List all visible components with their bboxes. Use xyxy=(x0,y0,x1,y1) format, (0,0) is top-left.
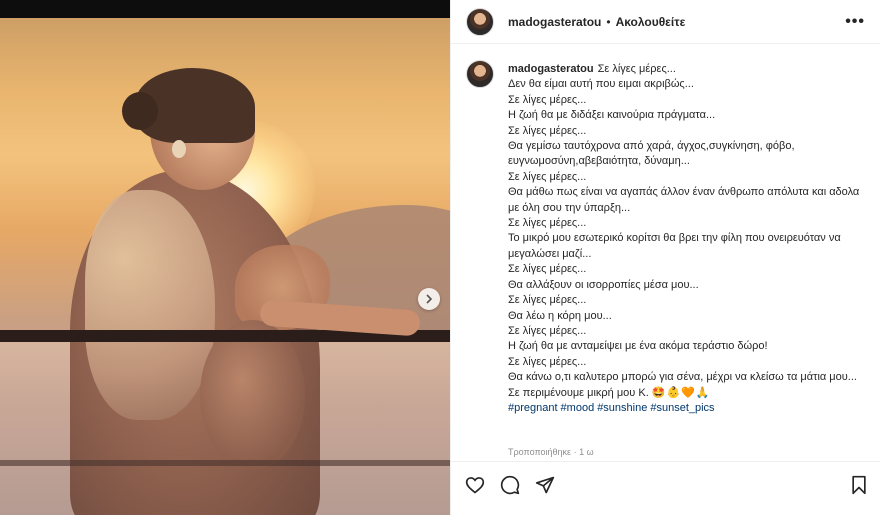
sleeve xyxy=(85,190,215,420)
separator-dot: • xyxy=(606,14,611,29)
caption-username[interactable]: madogasteratou xyxy=(508,63,594,75)
caption-line: Σε λίγες μέρες... xyxy=(508,170,587,183)
caption-line: Σε λίγες μέρες... xyxy=(597,63,676,75)
earring xyxy=(172,140,186,158)
post-photo xyxy=(0,0,450,515)
hair-bun xyxy=(122,92,158,130)
share-button[interactable] xyxy=(535,475,555,495)
caption-line: Θα μάθω πως είναι να αγαπάς άλλον έναν ά… xyxy=(508,186,860,214)
caption-line: Δεν θα είμαι αυτή που ειμαι ακριβώς... xyxy=(508,78,694,91)
like-button[interactable] xyxy=(465,475,485,495)
chevron-right-icon xyxy=(426,294,433,304)
caption-line: Θα κάνω ο,τι καλυτερο μπορώ για σένα, μέ… xyxy=(508,371,857,384)
caption-line: Σε λίγες μέρες... xyxy=(508,93,587,106)
hashtag-link[interactable]: #sunshine xyxy=(597,402,647,414)
hashtag-link[interactable]: #mood xyxy=(561,402,595,414)
post-header: madogasteratou • Ακολουθείτε ••• xyxy=(451,0,880,44)
caption-line: Σε λίγες μέρες... xyxy=(508,124,587,137)
post-username[interactable]: madogasteratou xyxy=(508,15,601,29)
caption-line: Σε λίγες μέρες... xyxy=(508,294,587,307)
caption-emoji: 🤩👶🧡🙏 xyxy=(651,386,711,399)
edited-timestamp: Τροποποιήθηκε · 1 ω xyxy=(508,447,594,457)
comment-button[interactable] xyxy=(500,475,520,495)
next-image-button[interactable] xyxy=(418,288,440,310)
caption-line: Το μικρό μου εσωτερικό κορίτσι θα βρει τ… xyxy=(508,232,841,260)
caption-text: madogasteratou Σε λίγες μέρες... Δεν θα ε… xyxy=(508,62,863,416)
caption-line: Σε λίγες μέρες... xyxy=(508,324,587,337)
caption-line: Σε λίγες μέρες... xyxy=(508,355,587,368)
caption-line: Θα αλλάξουν οι ισορροπίες μέσα μου... xyxy=(508,278,699,291)
send-icon xyxy=(535,476,555,494)
railing-lower xyxy=(0,460,450,466)
caption-line: Σε περιμένουμε μικρή μου Κ. xyxy=(508,386,649,399)
post-panel: madogasteratou • Ακολουθείτε ••• madogas… xyxy=(450,0,880,515)
belly xyxy=(200,320,305,470)
caption-line: Σε λίγες μέρες... xyxy=(508,217,587,230)
hashtag-link[interactable]: #pregnant xyxy=(508,402,558,414)
caption-line: Η ζωή θα με ανταμείψει με ένα ακόμα τερά… xyxy=(508,340,768,353)
hashtags: #pregnant #mood #sunshine #sunset_pics xyxy=(508,401,863,416)
caption-line: Θα λέω η κόρη μου... xyxy=(508,309,612,322)
heart-icon xyxy=(465,477,485,494)
photo-top-bar xyxy=(0,0,450,18)
avatar[interactable] xyxy=(466,7,494,36)
caption-line: Θα γεμίσω ταυτόχρονα από χαρά, άγχος,συγ… xyxy=(508,140,795,168)
more-options-icon[interactable]: ••• xyxy=(845,13,865,31)
caption-avatar[interactable] xyxy=(466,60,494,88)
caption-line: Η ζωή θα με διδάξει καινούρια πράγματα..… xyxy=(508,109,716,122)
following-button[interactable]: Ακολουθείτε xyxy=(616,15,686,29)
comment-icon xyxy=(500,475,520,495)
save-button[interactable] xyxy=(849,475,869,495)
liked-by-row xyxy=(466,505,866,515)
bookmark-icon xyxy=(852,475,866,495)
action-bar xyxy=(451,461,880,505)
hashtag-link[interactable]: #sunset_pics xyxy=(650,402,714,414)
caption-line: Σε λίγες μέρες... xyxy=(508,263,587,276)
